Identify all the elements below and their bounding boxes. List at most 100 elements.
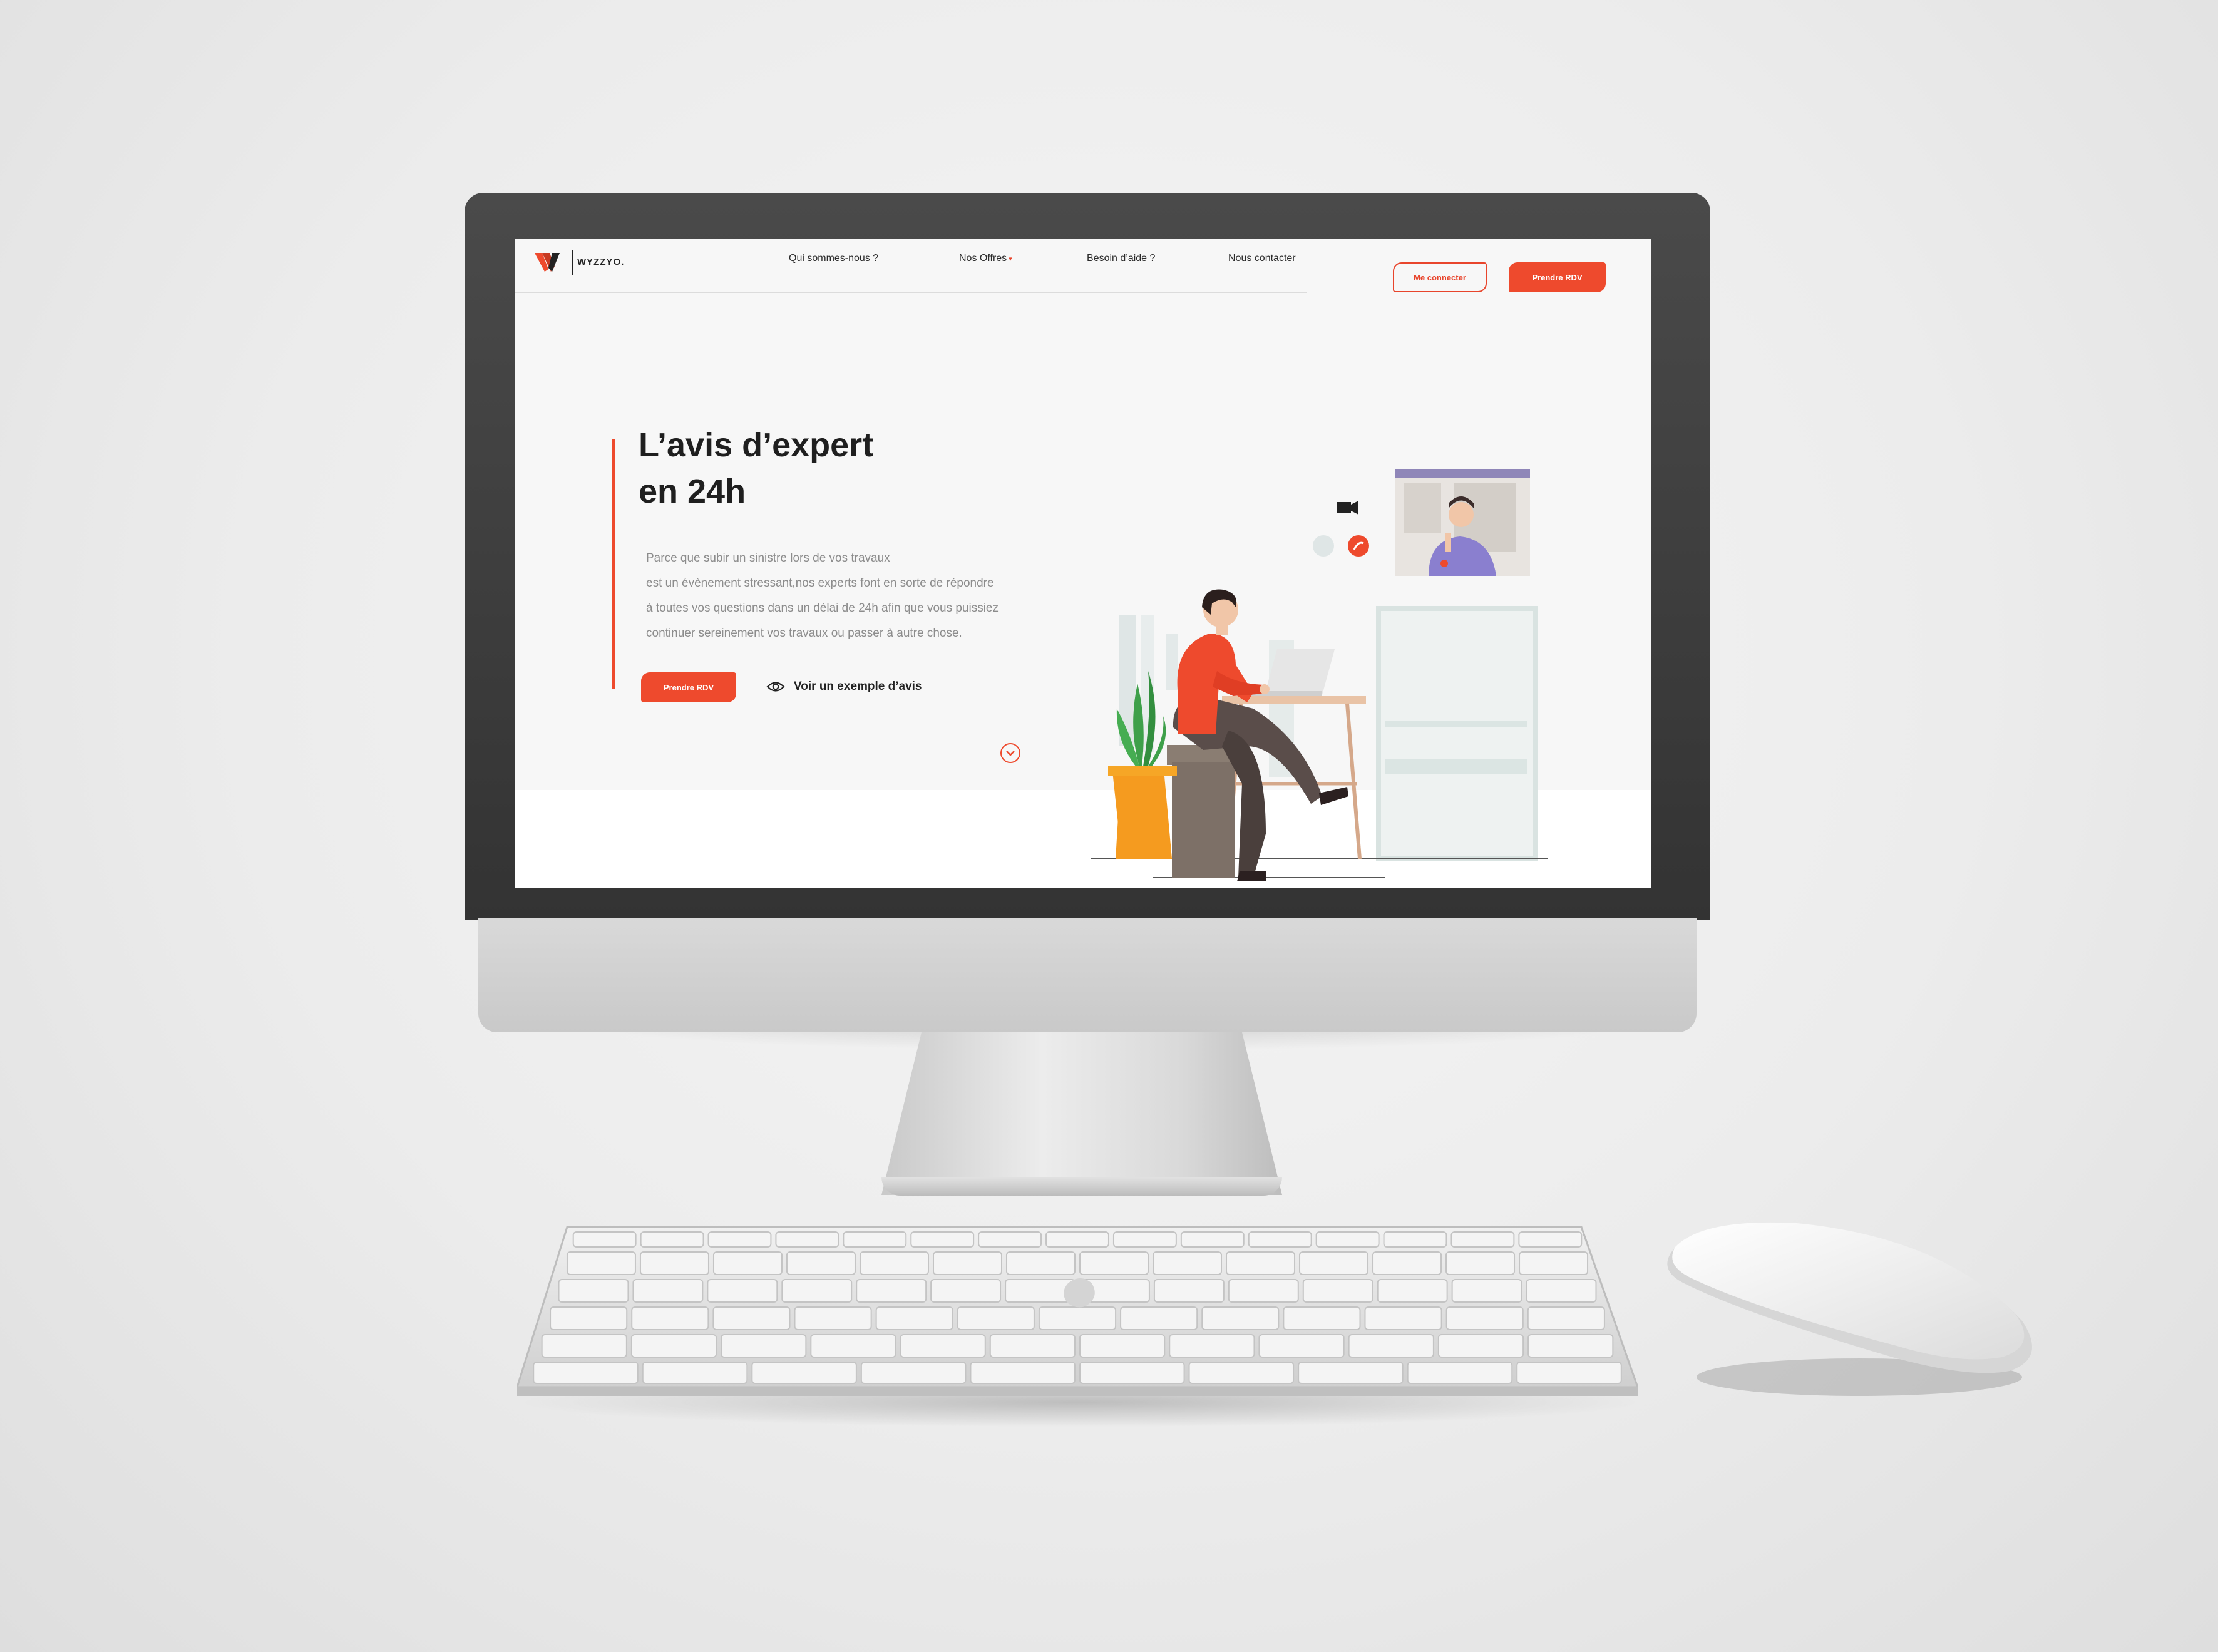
keyboard-key[interactable] <box>707 1231 772 1248</box>
keyboard-key[interactable] <box>1527 1334 1614 1358</box>
keyboard-key[interactable] <box>1079 1251 1149 1275</box>
nav-item-nos-offres[interactable]: Nos Offres ▾ <box>959 253 1012 264</box>
header-rdv-button[interactable]: Prendre RDV <box>1509 262 1606 292</box>
keyboard-key[interactable] <box>1188 1362 1295 1384</box>
keyboard-key[interactable] <box>1248 1231 1312 1248</box>
monitor-chin <box>478 918 1697 1032</box>
keyboard-key[interactable] <box>707 1279 778 1303</box>
keyboard-key[interactable] <box>1228 1279 1299 1303</box>
keyboard-key[interactable] <box>856 1279 927 1303</box>
keyboard-key[interactable] <box>712 1306 791 1330</box>
keyboard-key[interactable] <box>630 1334 717 1358</box>
keyboard-key[interactable] <box>957 1306 1035 1330</box>
scroll-down-button[interactable] <box>1000 743 1020 763</box>
keyboard-key[interactable] <box>541 1334 627 1358</box>
keyboard-key[interactable] <box>930 1279 1002 1303</box>
brand-logo[interactable]: WYZZYO. <box>533 249 627 279</box>
hero-accent-bar <box>612 439 615 689</box>
keyboard-key[interactable] <box>1348 1334 1434 1358</box>
keyboard-key[interactable] <box>639 1251 709 1275</box>
keyboard-key[interactable] <box>978 1231 1042 1248</box>
monitor-stand <box>881 1032 1282 1195</box>
keyboard-key[interactable] <box>1180 1231 1245 1248</box>
brand-name: WYZZYO. <box>577 257 625 267</box>
keyboard-key[interactable] <box>1407 1362 1513 1384</box>
keyboard-key[interactable] <box>566 1251 636 1275</box>
keyboard-key[interactable] <box>1315 1231 1380 1248</box>
hero-rdv-button[interactable]: Prendre RDV <box>641 672 736 702</box>
keyboard-key[interactable] <box>1120 1306 1198 1330</box>
keyboard-key[interactable] <box>558 1279 629 1303</box>
keyboard-key[interactable] <box>1112 1231 1177 1248</box>
keyboard-key[interactable] <box>1445 1251 1516 1275</box>
keyboard-key[interactable] <box>1169 1334 1255 1358</box>
keyboard-key[interactable] <box>1364 1306 1442 1330</box>
keyboard-key[interactable] <box>1153 1279 1225 1303</box>
keyboard-key[interactable] <box>533 1362 639 1384</box>
keyboard-key[interactable] <box>1302 1279 1373 1303</box>
view-example-link[interactable]: Voir un exemple d’avis <box>766 680 922 694</box>
keyboard-key[interactable] <box>932 1251 1002 1275</box>
keyboard-key[interactable] <box>1045 1231 1109 1248</box>
keyboard-key[interactable] <box>1153 1251 1223 1275</box>
keyboard-key[interactable] <box>859 1251 929 1275</box>
nav-item-besoin-aide[interactable]: Besoin d’aide ? <box>1087 253 1155 264</box>
keyboard-key[interactable] <box>900 1334 986 1358</box>
keyboard-key[interactable] <box>1516 1362 1622 1384</box>
nav-divider <box>515 292 1307 293</box>
keyboard-key[interactable] <box>1383 1231 1447 1248</box>
microphone-icon <box>1313 535 1334 557</box>
keyboard-key[interactable] <box>1283 1306 1361 1330</box>
hero-description-line: est un évènement stressant,nos experts f… <box>646 577 994 590</box>
keyboard-key[interactable] <box>1445 1306 1524 1330</box>
keyboard-key[interactable] <box>810 1334 896 1358</box>
logo-separator <box>572 250 573 275</box>
keyboard-key[interactable] <box>1450 1231 1515 1248</box>
keyboard-key[interactable] <box>632 1279 704 1303</box>
keyboard-key[interactable] <box>781 1279 853 1303</box>
keyboard-key[interactable] <box>1299 1251 1369 1275</box>
keyboard-key[interactable] <box>794 1306 872 1330</box>
nav-item-qui-sommes-nous[interactable]: Qui sommes-nous ? <box>789 253 878 264</box>
keyboard-key[interactable] <box>631 1306 709 1330</box>
keyboard-key[interactable] <box>1527 1306 1605 1330</box>
keyboard-key[interactable] <box>1372 1251 1442 1275</box>
nav-item-label: Nos Offres <box>959 253 1007 264</box>
keyboard-key[interactable] <box>875 1306 953 1330</box>
keyboard-key[interactable] <box>843 1231 907 1248</box>
keyboard-key[interactable] <box>572 1231 637 1248</box>
keyboard-key[interactable] <box>775 1231 839 1248</box>
keyboard-key[interactable] <box>712 1251 783 1275</box>
keyboard-key[interactable] <box>1451 1279 1522 1303</box>
keyboard-key[interactable] <box>1518 1231 1583 1248</box>
nav-item-nous-contacter[interactable]: Nous contacter <box>1228 253 1296 264</box>
keyboard-key[interactable] <box>640 1231 704 1248</box>
keyboard-key[interactable] <box>1079 1362 1185 1384</box>
mouse[interactable] <box>1659 1214 2047 1415</box>
login-button[interactable]: Me connecter <box>1393 262 1487 292</box>
hero-description-line: Parce que subir un sinistre lors de vos … <box>646 552 890 565</box>
keyboard-key[interactable] <box>1038 1306 1117 1330</box>
keyboard-key[interactable] <box>860 1362 967 1384</box>
keyboard-key[interactable] <box>1005 1251 1076 1275</box>
keyboard-key[interactable] <box>1226 1251 1296 1275</box>
caret-down-icon: ▾ <box>1009 255 1012 263</box>
keyboard-key[interactable] <box>970 1362 1076 1384</box>
keyboard-key[interactable] <box>1079 1334 1166 1358</box>
keyboard-key[interactable] <box>751 1362 857 1384</box>
keyboard-key[interactable] <box>910 1231 975 1248</box>
keyboard-key[interactable] <box>1526 1279 1597 1303</box>
keyboard-key[interactable] <box>550 1306 628 1330</box>
keyboard-key[interactable] <box>786 1251 856 1275</box>
keyboard-key[interactable] <box>1298 1362 1404 1384</box>
keyboard[interactable] <box>517 1223 1638 1398</box>
keyboard-key[interactable] <box>1201 1306 1280 1330</box>
keyboard-key[interactable] <box>642 1362 748 1384</box>
keyboard-key[interactable] <box>1437 1334 1524 1358</box>
keyboard-key[interactable] <box>1377 1279 1448 1303</box>
keyboard-key[interactable] <box>721 1334 807 1358</box>
keyboard-key[interactable] <box>1258 1334 1345 1358</box>
chevron-down-icon <box>1006 751 1015 756</box>
keyboard-key[interactable] <box>989 1334 1076 1358</box>
keyboard-key[interactable] <box>1519 1251 1589 1275</box>
